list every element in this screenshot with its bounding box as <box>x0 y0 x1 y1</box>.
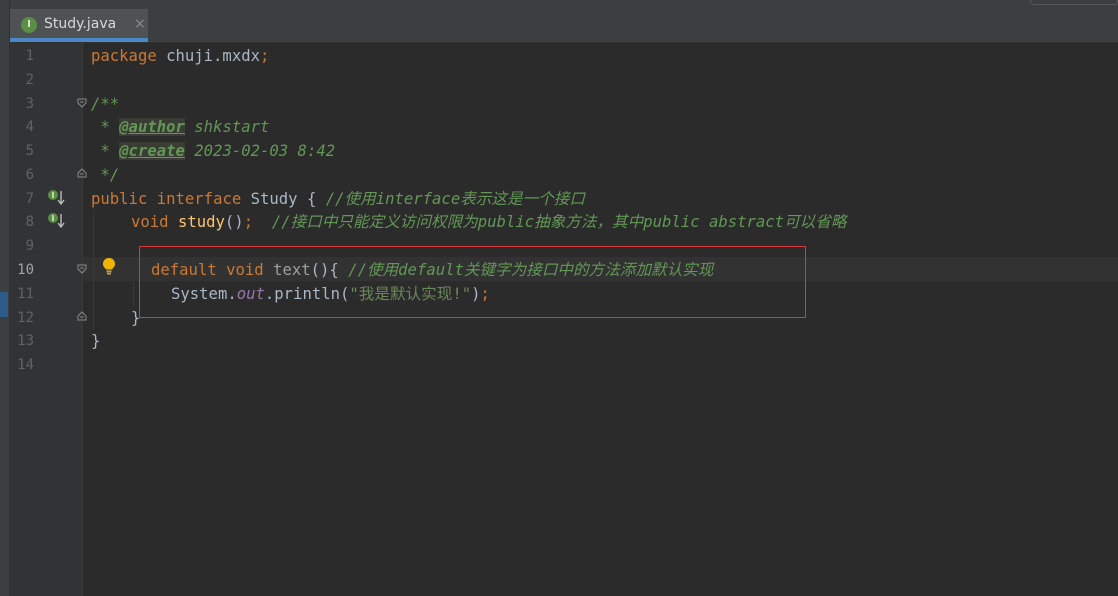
line-number: 13 <box>17 333 34 349</box>
doc-comment-star: * <box>91 142 120 160</box>
active-tab-indicator <box>10 38 148 42</box>
parens: () <box>224 213 244 231</box>
line-number: 2 <box>25 72 34 88</box>
doc-comment-start: /** <box>91 95 120 113</box>
brace: { <box>297 190 326 208</box>
fold-open-icon[interactable] <box>77 264 87 274</box>
keyword: package <box>91 47 157 65</box>
brace: } <box>91 332 101 350</box>
indent-guide <box>133 282 134 306</box>
doc-tag-value: shkstart <box>184 118 270 136</box>
semicolon: ; <box>260 47 270 65</box>
implemented-by-icon[interactable]: I <box>47 189 65 207</box>
doc-comment-star: * <box>91 118 120 136</box>
doc-comment-end: */ <box>91 166 120 184</box>
line-number: 14 <box>17 357 34 373</box>
doc-tag-create: @create <box>119 142 185 160</box>
line-number: 5 <box>25 143 34 159</box>
code-line-1[interactable]: package chuji.mxdx; <box>91 44 269 68</box>
keyword: public <box>91 190 148 208</box>
tab-bar-corner <box>1030 0 1118 5</box>
line-comment: //使用interface表示这是一个接口 <box>325 190 585 208</box>
fold-open-icon[interactable] <box>77 98 87 108</box>
keyword: void <box>131 213 169 231</box>
line-number: 6 <box>25 167 34 183</box>
interface-name: Study <box>250 190 298 208</box>
fold-close-icon[interactable] <box>77 311 87 321</box>
line-number: 4 <box>25 119 34 135</box>
code-line-5[interactable]: * @create 2023-02-03 8:42 <box>91 139 335 163</box>
line-number-current: 10 <box>17 262 34 278</box>
svg-text:I: I <box>52 214 55 223</box>
code-line-7[interactable]: public interface Study { //使用interface表示… <box>91 187 585 211</box>
fold-close-icon[interactable] <box>77 168 87 178</box>
line-number: 9 <box>25 238 34 254</box>
line-comment: //接口中只能定义访问权限为public抽象方法，其中public abstra… <box>271 213 847 231</box>
keyword: interface <box>156 190 242 208</box>
svg-text:I: I <box>52 191 55 200</box>
code-line-4[interactable]: * @author shkstart <box>91 115 269 139</box>
left-tool-strip <box>0 0 10 596</box>
code-line-3[interactable]: /** <box>91 92 119 116</box>
line-number: 12 <box>17 310 34 326</box>
code-line-8[interactable]: void study(); //接口中只能定义访问权限为public抽象方法，其… <box>131 210 846 234</box>
tool-strip-marker[interactable] <box>0 292 8 317</box>
tab-study-java[interactable]: I Study.java × <box>10 9 148 42</box>
highlight-annotation-box <box>139 246 806 318</box>
java-interface-icon: I <box>21 17 37 33</box>
semicolon: ; <box>243 213 254 231</box>
code-line-13[interactable]: } <box>91 329 100 353</box>
lightbulb-icon[interactable] <box>100 256 118 276</box>
indent-guide <box>93 212 94 330</box>
method-name: study <box>177 213 225 231</box>
line-number: 7 <box>25 191 34 207</box>
line-number: 1 <box>25 48 34 64</box>
close-icon[interactable]: × <box>134 16 146 32</box>
doc-tag-author: @author <box>119 118 185 136</box>
package-name: chuji.mxdx <box>156 47 260 65</box>
line-number: 11 <box>17 286 34 302</box>
line-number: 3 <box>25 96 34 112</box>
editor-tab-bar: I Study.java × <box>10 0 1118 43</box>
line-number: 8 <box>25 214 34 230</box>
ide-window: I Study.java × 1 2 3 4 5 6 7 8 9 10 11 1… <box>0 0 1118 596</box>
tab-label: Study.java <box>44 16 117 32</box>
code-line-6[interactable]: */ <box>91 163 119 187</box>
implemented-by-icon[interactable]: I <box>47 212 65 230</box>
doc-tag-value: 2023-02-03 8:42 <box>184 142 336 160</box>
